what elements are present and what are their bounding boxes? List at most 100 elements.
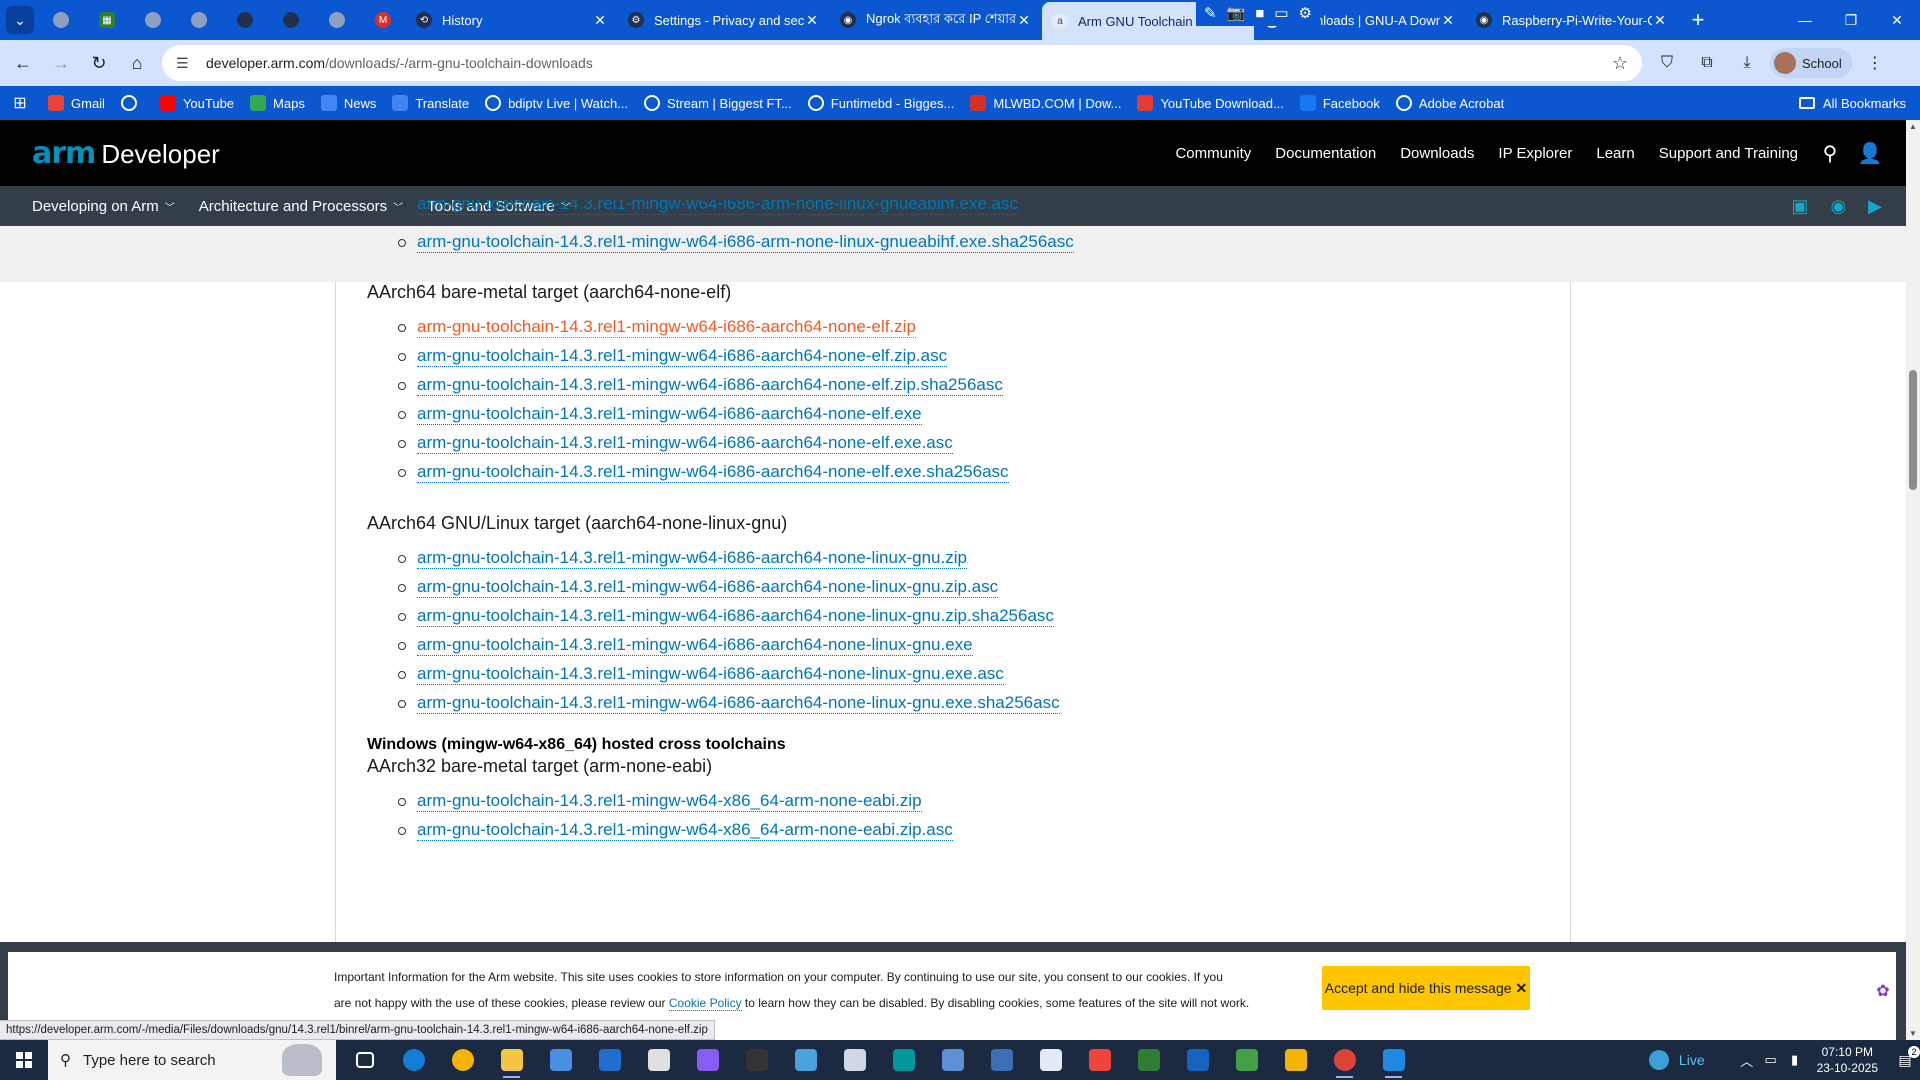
taskbar-tablet[interactable] bbox=[781, 1040, 830, 1080]
close-icon[interactable]: ✕ bbox=[804, 12, 820, 29]
reload-button[interactable]: ↻ bbox=[80, 44, 118, 82]
tab-search-button[interactable]: ⌄ bbox=[6, 6, 34, 34]
chrome-menu-icon[interactable]: ⋮ bbox=[1858, 46, 1892, 80]
taskbar-settings-gear[interactable] bbox=[928, 1040, 977, 1080]
download-link[interactable]: arm-gnu-toolchain-14.3.rel1-mingw-w64-i6… bbox=[417, 462, 1009, 483]
taskbar-microsoft-store[interactable] bbox=[536, 1040, 585, 1080]
github-icon[interactable]: ◉ bbox=[1830, 196, 1846, 217]
bookmark-star-icon[interactable]: ☆ bbox=[1612, 53, 1628, 74]
close-window-button[interactable]: ✕ bbox=[1874, 0, 1920, 40]
bookmark-item[interactable]: bdiptv Live | Watch... bbox=[477, 89, 636, 117]
pinned-tab[interactable]: ▦ bbox=[84, 0, 130, 40]
network-icon[interactable]: ▭ bbox=[1759, 1052, 1783, 1068]
all-bookmarks-button[interactable]: All Bookmarks bbox=[1798, 96, 1906, 111]
camera-icon[interactable]: 📷 bbox=[1227, 4, 1246, 22]
download-link[interactable]: arm-gnu-toolchain-14.3.rel1-mingw-w64-x8… bbox=[417, 791, 922, 812]
close-icon[interactable]: ✕ bbox=[592, 12, 608, 29]
taskbar-git[interactable] bbox=[1271, 1040, 1320, 1080]
download-link[interactable]: arm-gnu-toolchain-14.3.rel1-mingw-w64-i6… bbox=[417, 346, 948, 367]
download-link[interactable]: arm-gnu-toolchain-14.3.rel1-mingw-w64-i6… bbox=[417, 635, 973, 656]
tab[interactable]: ⚙ Settings - Privacy and security✕ bbox=[618, 0, 830, 40]
arm-developer-logo[interactable]: arm Developer bbox=[32, 136, 220, 171]
notifications-icon[interactable]: ▤ 2 bbox=[1890, 1045, 1920, 1069]
taskbar-edge[interactable] bbox=[389, 1040, 438, 1080]
download-link[interactable]: arm-gnu-toolchain-14.3.rel1-mingw-w64-i6… bbox=[417, 232, 1074, 253]
back-button[interactable]: ← bbox=[4, 44, 42, 82]
bookmark-item[interactable]: Funtimebd - Bigges... bbox=[800, 89, 963, 117]
pinned-tab[interactable] bbox=[130, 0, 176, 40]
close-icon[interactable]: ✕ bbox=[1440, 12, 1456, 29]
bookmark-item[interactable] bbox=[113, 89, 152, 117]
bookmark-item[interactable]: Gmail bbox=[40, 89, 113, 117]
taskbar-remote-desktop[interactable] bbox=[977, 1040, 1026, 1080]
download-link[interactable]: arm-gnu-toolchain-14.3.rel1-mingw-w64-i6… bbox=[417, 404, 922, 425]
bookmark-item[interactable]: Maps bbox=[242, 89, 313, 117]
apps-grid-icon[interactable]: ⊞ bbox=[0, 93, 40, 113]
taskbar-file-explorer[interactable] bbox=[487, 1040, 536, 1080]
battery-icon[interactable]: ▮ bbox=[1783, 1052, 1807, 1068]
weather-widget[interactable]: Live bbox=[1648, 1050, 1705, 1070]
taskbar-notepad[interactable] bbox=[634, 1040, 683, 1080]
taskbar-search[interactable]: ⚲ Type here to search bbox=[48, 1040, 336, 1080]
bookmark-item[interactable]: Stream | Biggest FT... bbox=[636, 89, 800, 117]
tab[interactable]: ⟲ History ✕ bbox=[406, 0, 618, 40]
nav-link-downloads[interactable]: Downloads bbox=[1388, 145, 1486, 162]
download-link[interactable]: arm-gnu-toolchain-14.3.rel1-mingw-w64-x8… bbox=[417, 820, 953, 841]
bookmark-item[interactable]: YouTube Download... bbox=[1129, 89, 1291, 117]
scroll-up-icon[interactable]: ▲ bbox=[1909, 122, 1917, 131]
taskbar-app-green[interactable] bbox=[1124, 1040, 1173, 1080]
assistant-fab-icon[interactable]: ✿ bbox=[1870, 978, 1896, 1004]
taskbar-copilot[interactable] bbox=[683, 1040, 732, 1080]
shield-extension-icon[interactable]: ⛉ bbox=[1650, 46, 1684, 80]
pinned-tab[interactable] bbox=[314, 0, 360, 40]
taskbar-app-blue-r[interactable] bbox=[1173, 1040, 1222, 1080]
scroll-down-icon[interactable]: ▼ bbox=[1909, 1029, 1917, 1038]
tab[interactable]: ◉ Ngrok ব্যবহার করে IP শেয়ার ✕ bbox=[830, 0, 1042, 40]
nav-link-community[interactable]: Community bbox=[1163, 145, 1263, 162]
gear-icon[interactable]: ⚙ bbox=[1299, 4, 1312, 22]
forward-button[interactable]: → bbox=[42, 44, 80, 82]
nav-link-ip-explorer[interactable]: IP Explorer bbox=[1486, 145, 1584, 162]
download-link[interactable]: arm-gnu-toolchain-14.3.rel1-mingw-w64-i6… bbox=[417, 375, 1003, 396]
youtube-icon[interactable]: ▶ bbox=[1868, 196, 1882, 217]
clock[interactable]: 07:10 PM 23-10-2025 bbox=[1817, 1044, 1878, 1076]
download-link[interactable]: arm-gnu-toolchain-14.3.rel1-mingw-w64-i6… bbox=[417, 606, 1054, 627]
taskbar-paint[interactable] bbox=[1222, 1040, 1271, 1080]
bookmark-item[interactable]: MLWBD.COM | Dow... bbox=[962, 89, 1129, 117]
video-icon[interactable]: ■ bbox=[1255, 5, 1264, 22]
start-button[interactable] bbox=[0, 1040, 48, 1080]
taskbar-anydesk[interactable] bbox=[1075, 1040, 1124, 1080]
pin-icon[interactable]: ✎ bbox=[1204, 4, 1217, 22]
pinned-tab[interactable] bbox=[176, 0, 222, 40]
taskbar-arduino[interactable] bbox=[879, 1040, 928, 1080]
download-link[interactable]: arm-gnu-toolchain-14.3.rel1-mingw-w64-i6… bbox=[417, 693, 1060, 714]
taskbar-chrome-active[interactable] bbox=[1320, 1040, 1369, 1080]
user-icon[interactable]: 👤 bbox=[1850, 141, 1890, 166]
download-link[interactable]: arm-gnu-toolchain-14.3.rel1-mingw-w64-i6… bbox=[417, 433, 953, 454]
accept-cookies-button[interactable]: Accept and hide this message ✕ bbox=[1322, 966, 1530, 1010]
taskbar-keyboard[interactable] bbox=[830, 1040, 879, 1080]
pinned-tab[interactable] bbox=[222, 0, 268, 40]
taskbar-task-view[interactable] bbox=[340, 1040, 389, 1080]
taskbar-outlook[interactable] bbox=[585, 1040, 634, 1080]
pinned-tab[interactable] bbox=[38, 0, 84, 40]
window-icon[interactable]: ▭ bbox=[1274, 4, 1288, 22]
close-icon[interactable]: ✕ bbox=[1652, 12, 1668, 29]
bookmark-item[interactable]: YouTube bbox=[152, 89, 242, 117]
address-bar[interactable]: ☰ developer.arm.com/downloads/-/arm-gnu-… bbox=[162, 45, 1642, 81]
download-link[interactable]: arm-gnu-toolchain-14.3.rel1-mingw-w64-i6… bbox=[417, 548, 967, 569]
download-icon[interactable]: ⤓ bbox=[1730, 46, 1764, 80]
site-info-icon[interactable]: ☰ bbox=[176, 55, 196, 72]
download-link[interactable]: arm-gnu-toolchain-14.3.rel1-mingw-w64-i6… bbox=[417, 317, 916, 338]
bookmark-item[interactable]: Adobe Acrobat bbox=[1388, 89, 1512, 117]
download-link[interactable]: arm-gnu-toolchain-14.3.rel1-mingw-w64-i6… bbox=[417, 577, 999, 598]
bookmark-item[interactable]: Facebook bbox=[1292, 89, 1388, 117]
home-button[interactable]: ⌂ bbox=[118, 44, 156, 82]
taskbar-chrome[interactable] bbox=[438, 1040, 487, 1080]
bookmark-item[interactable]: Translate bbox=[384, 89, 477, 117]
pinned-tab[interactable]: M bbox=[360, 0, 406, 40]
new-tab-button[interactable]: + bbox=[1682, 4, 1714, 36]
taskbar-pen-tool[interactable] bbox=[732, 1040, 781, 1080]
nav-link-support-and-training[interactable]: Support and Training bbox=[1647, 145, 1810, 162]
nav-link-learn[interactable]: Learn bbox=[1584, 145, 1646, 162]
